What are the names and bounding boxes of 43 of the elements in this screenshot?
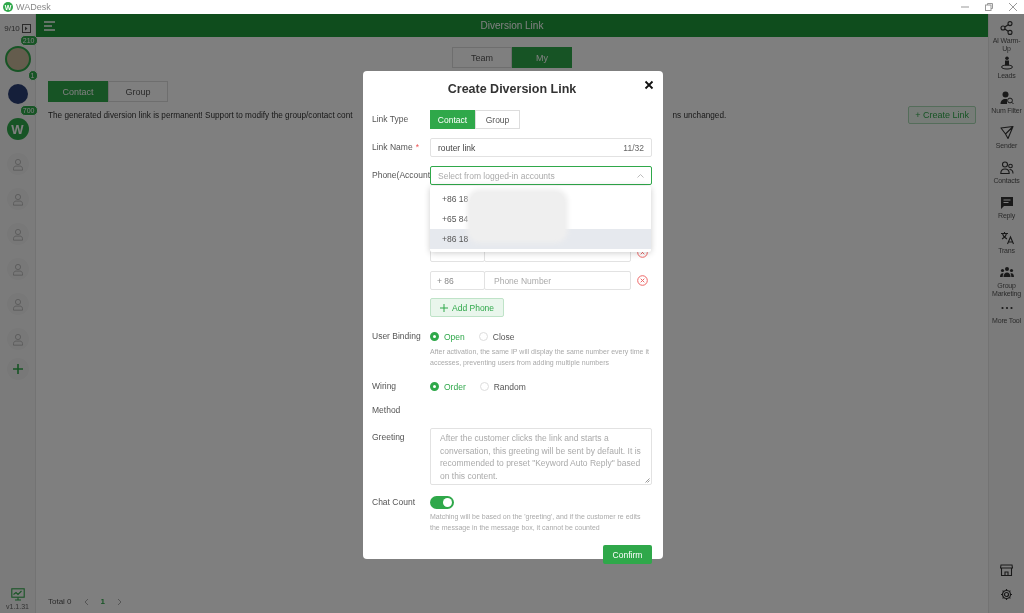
create-link-button[interactable]: + Create Link (908, 106, 976, 124)
page-number[interactable]: 1 (100, 597, 106, 606)
radio-option[interactable]: Random (479, 381, 526, 392)
link-type-option[interactable]: Contact (430, 110, 475, 129)
dropdown-option[interactable]: +65 84 (430, 209, 651, 229)
field-value: + 86 (437, 275, 454, 286)
type-tab[interactable]: Contact (48, 81, 108, 102)
field-label: Phone(Account (372, 169, 430, 182)
link-type-option[interactable]: Group (475, 110, 520, 129)
field-value: router link (438, 142, 476, 153)
character-counter: 11/32 (623, 142, 644, 153)
field-label: Link Type (372, 113, 410, 126)
link-name-field[interactable]: router link 11/32 (430, 138, 652, 157)
field-label: Link Name (372, 142, 413, 152)
window-title: WADesk (16, 2, 51, 12)
add-phone-button[interactable]: Add Phone (430, 298, 505, 317)
field-label: Greeting (372, 431, 406, 444)
field-label: Wiring Method (372, 380, 402, 417)
scope-tab[interactable]: Team (452, 47, 512, 68)
radio-option[interactable]: Close (478, 331, 515, 342)
dropdown-option[interactable]: +86 18 (430, 189, 651, 209)
radio-option[interactable]: Open (430, 331, 465, 342)
notice-text: ns unchanged. (672, 110, 727, 120)
country-code-field[interactable]: + 86 (430, 271, 485, 290)
dialog-title: Create Diversion Link (446, 82, 578, 96)
select-placeholder: Select from logged-in accounts (438, 170, 555, 181)
phone-number-field[interactable]: Phone Number (484, 271, 631, 290)
scope-tab[interactable]: My (512, 47, 572, 68)
field-placeholder: Phone Number (494, 275, 552, 286)
radio-option[interactable]: Order (430, 381, 466, 392)
field-placeholder: After the customer clicks the link and starts a conversation, this greeting will be sent by default. It is recommended to preset "Keyword Auto Reply" based on this content. (440, 433, 641, 481)
required-mark: * (415, 142, 419, 152)
avatar-logo[interactable]: W (6, 118, 29, 140)
greeting-field[interactable]: After the customer clicks the link and starts a conversation, this greeting will be sent by default. It is recommended to preset "Keyword Auto Reply" based on this content. (430, 428, 652, 485)
confirm-button[interactable]: Confirm (603, 545, 652, 564)
account-count: 9/10 (4, 23, 20, 33)
total-count: Total 0 (48, 597, 72, 606)
notice-text: The generated diversion link is permanent! Support to modify the group/contact cont (48, 110, 353, 120)
field-label: Chat Count (372, 496, 416, 509)
page-title: Diversion Link (480, 20, 544, 31)
type-tab[interactable]: Group (108, 81, 168, 102)
field-label: User Binding (372, 330, 422, 343)
account-select[interactable]: Select from logged-in accounts (430, 166, 652, 185)
